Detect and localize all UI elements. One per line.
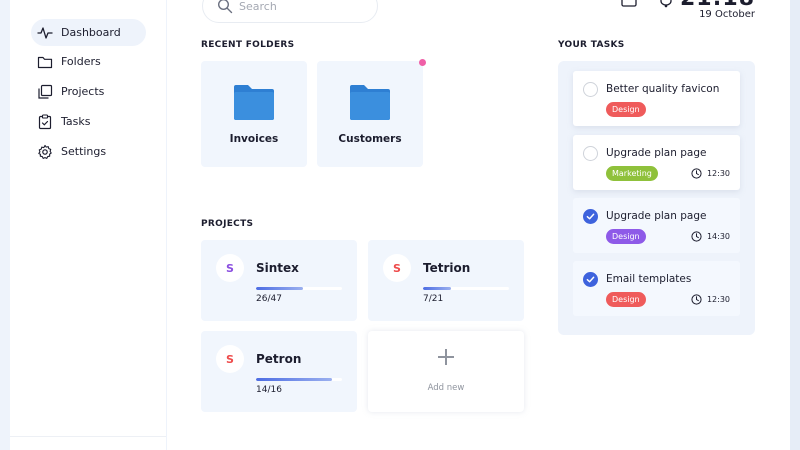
project-count: 7/21 bbox=[423, 294, 444, 304]
task-item[interactable]: Better quality favicon Design bbox=[573, 71, 740, 126]
sidebar-item-label: Tasks bbox=[61, 115, 91, 128]
search-input[interactable] bbox=[239, 0, 359, 13]
task-tag: Marketing bbox=[606, 166, 658, 181]
task-time: 14:30 bbox=[691, 231, 730, 242]
clock-icon bbox=[691, 231, 702, 242]
sidebar-item-settings[interactable]: Settings bbox=[31, 138, 146, 165]
clock-date: 19 October bbox=[699, 9, 755, 20]
add-project-button[interactable]: Add new bbox=[368, 331, 524, 412]
project-count: 14/16 bbox=[256, 385, 282, 395]
search-box[interactable] bbox=[202, 0, 378, 23]
project-count: 26/47 bbox=[256, 294, 282, 304]
tasks-title: YOUR TASKS bbox=[558, 40, 625, 50]
recent-folders-title: RECENT FOLDERS bbox=[201, 40, 295, 50]
folder-card-invoices[interactable]: Invoices bbox=[201, 61, 307, 167]
task-checkbox[interactable] bbox=[583, 82, 598, 97]
sidebar-item-label: Dashboard bbox=[61, 26, 121, 39]
project-initial: S bbox=[226, 261, 234, 275]
clipboard-check-icon bbox=[37, 113, 53, 130]
folder-name: Invoices bbox=[229, 133, 279, 145]
checkmark-icon bbox=[586, 276, 595, 283]
project-card-sintex[interactable]: S Sintex 26/47 bbox=[201, 240, 357, 321]
task-item[interactable]: Upgrade plan page Marketing 12:30 bbox=[573, 135, 740, 190]
project-avatar: S bbox=[216, 345, 244, 373]
sidebar-item-label: Settings bbox=[61, 145, 107, 158]
task-tag: Design bbox=[606, 102, 646, 117]
task-time: 12:30 bbox=[691, 294, 730, 305]
project-initial: S bbox=[393, 261, 401, 275]
project-avatar: S bbox=[383, 254, 411, 282]
tasks-panel: Better quality favicon Design Upgrade pl… bbox=[558, 61, 755, 335]
sidebar-item-tasks[interactable]: Tasks bbox=[31, 108, 146, 135]
task-name: Email templates bbox=[606, 273, 692, 285]
task-name: Upgrade plan page bbox=[606, 210, 707, 222]
sidebar-item-label: Folders bbox=[61, 55, 101, 68]
search-icon bbox=[218, 0, 233, 14]
task-time: 12:30 bbox=[691, 168, 730, 179]
project-initial: S bbox=[226, 352, 234, 366]
folder-card-customers[interactable]: Customers bbox=[317, 61, 423, 167]
task-checkbox[interactable] bbox=[583, 272, 598, 287]
task-time-label: 14:30 bbox=[706, 232, 730, 241]
task-checkbox[interactable] bbox=[583, 146, 598, 161]
sidebar-item-projects[interactable]: Projects bbox=[31, 78, 146, 105]
progress-fill bbox=[423, 287, 452, 290]
plus-icon bbox=[438, 349, 454, 365]
project-avatar: S bbox=[216, 254, 244, 282]
project-progress-bar bbox=[423, 287, 509, 290]
task-tag: Design bbox=[606, 229, 646, 244]
task-checkbox[interactable] bbox=[583, 209, 598, 224]
main-content: 21:18 19 October RECENT FOLDERS Invoices… bbox=[167, 0, 790, 450]
activity-icon bbox=[37, 25, 53, 41]
copy-icon bbox=[37, 84, 53, 100]
progress-fill bbox=[256, 287, 304, 290]
task-item[interactable]: Email templates Design 12:30 bbox=[573, 261, 740, 316]
folder-icon bbox=[234, 85, 274, 120]
project-progress-bar bbox=[256, 287, 342, 290]
sidebar-item-folders[interactable]: Folders bbox=[31, 48, 146, 75]
sidebar-item-dashboard[interactable]: Dashboard bbox=[31, 19, 146, 46]
task-tag: Design bbox=[606, 292, 646, 307]
add-new-label: Add new bbox=[427, 383, 465, 393]
project-card-petron[interactable]: S Petron 14/16 bbox=[201, 331, 357, 412]
clock-icon bbox=[691, 294, 702, 305]
progress-fill bbox=[256, 378, 332, 381]
gear-icon bbox=[37, 144, 53, 160]
mail-icon[interactable] bbox=[621, 0, 637, 8]
project-name: Tetrion bbox=[423, 261, 471, 275]
folder-icon bbox=[37, 54, 53, 70]
task-time-label: 12:30 bbox=[706, 169, 730, 178]
project-name: Petron bbox=[256, 352, 302, 366]
sidebar-divider bbox=[10, 436, 166, 437]
folder-name: Customers bbox=[338, 133, 402, 145]
clock-icon bbox=[691, 168, 702, 179]
projects-title: PROJECTS bbox=[201, 219, 254, 229]
project-card-tetrion[interactable]: S Tetrion 7/21 bbox=[368, 240, 524, 321]
project-progress-bar bbox=[256, 378, 342, 381]
right-edge-strip bbox=[790, 0, 800, 450]
notification-dot bbox=[419, 59, 426, 66]
task-name: Upgrade plan page bbox=[606, 147, 707, 159]
task-name: Better quality favicon bbox=[606, 83, 720, 95]
bell-icon[interactable] bbox=[658, 0, 674, 8]
sidebar-item-label: Projects bbox=[61, 85, 105, 98]
task-item[interactable]: Upgrade plan page Design 14:30 bbox=[573, 198, 740, 253]
folder-icon bbox=[350, 85, 390, 120]
checkmark-icon bbox=[586, 213, 595, 220]
sidebar: Dashboard Folders Projects Tasks Setting… bbox=[10, 0, 166, 450]
task-time-label: 12:30 bbox=[706, 295, 730, 304]
project-name: Sintex bbox=[256, 261, 299, 275]
